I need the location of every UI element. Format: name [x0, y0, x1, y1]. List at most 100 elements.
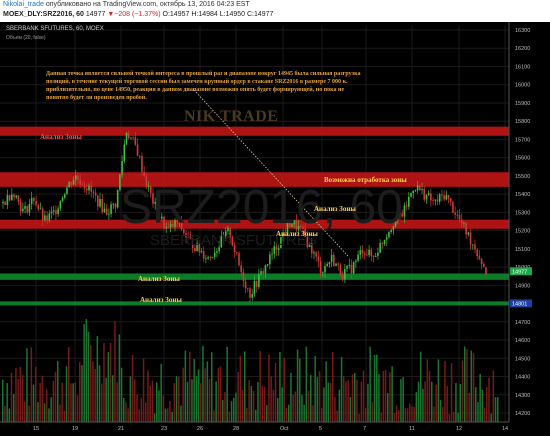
volume-bar — [285, 407, 288, 422]
candle-body — [430, 193, 432, 201]
volume-bar — [98, 365, 101, 422]
candle-body — [116, 189, 119, 208]
volume-bar — [167, 408, 169, 422]
candle-body — [103, 208, 106, 213]
candle-body — [70, 182, 73, 185]
volume-bar — [250, 385, 253, 422]
volume-bar — [114, 321, 116, 422]
candle-body — [370, 249, 373, 257]
author-link[interactable]: Nikolai_trade — [3, 1, 44, 8]
candle-body — [6, 195, 9, 205]
volume-bar — [109, 342, 112, 422]
candle-body — [357, 254, 359, 261]
volume-bar — [50, 397, 52, 422]
candle-body — [447, 195, 450, 199]
volume-bar — [393, 413, 396, 422]
volume-bar — [457, 412, 459, 422]
volume-bar — [382, 370, 385, 422]
volume-bar — [362, 370, 365, 422]
volume-bar — [169, 400, 171, 422]
volume-bar — [453, 411, 455, 422]
volume-bar — [431, 381, 433, 422]
background-symbol: SRZ2016, 60 — [120, 181, 403, 234]
candle-body — [123, 144, 126, 162]
candle-body — [59, 201, 62, 209]
candle-body — [28, 203, 31, 213]
volume-bar — [389, 372, 391, 422]
volume-bar — [237, 372, 239, 422]
candle-body — [449, 198, 452, 202]
volume-bar — [461, 360, 464, 422]
candle-body — [247, 288, 249, 290]
candle-body — [324, 266, 326, 273]
candle-body — [11, 194, 13, 201]
candle-body — [41, 208, 44, 221]
volume-bar — [158, 390, 160, 422]
time-tick-label: Oct — [280, 426, 289, 432]
candle-body — [211, 256, 214, 258]
candle-body — [414, 190, 417, 192]
volume-bar — [492, 370, 495, 422]
candle-body — [88, 185, 90, 191]
candle-body — [317, 256, 320, 262]
candle-body — [374, 255, 377, 257]
candle-body — [326, 264, 329, 267]
candle-body — [260, 271, 262, 275]
candle-body — [37, 205, 40, 210]
volume-bar — [206, 361, 209, 422]
volume-bar — [105, 377, 107, 422]
volume-bar — [283, 357, 286, 422]
candle-body — [50, 211, 53, 214]
candle-body — [244, 281, 247, 289]
volume-bar — [490, 413, 492, 422]
candle-body — [63, 194, 66, 198]
volume-bar — [318, 371, 321, 422]
candle-body — [77, 175, 79, 180]
candle-body — [125, 132, 128, 145]
volume-bar — [486, 387, 488, 422]
volume-bar — [277, 397, 279, 422]
price-tick-label: 14200 — [515, 411, 530, 417]
volume-bar — [406, 408, 409, 422]
candle-body — [363, 253, 366, 255]
candle-body — [13, 194, 15, 198]
volume-bar — [151, 380, 154, 422]
price-tick-label: 15500 — [515, 174, 530, 180]
volume-bar — [17, 379, 19, 422]
volume-bar — [459, 383, 462, 422]
time-tick-label: 15 — [33, 426, 39, 432]
volume-bar — [442, 406, 444, 422]
volume-bar — [415, 392, 418, 422]
volume-bar — [15, 367, 17, 422]
volume-bar — [299, 358, 301, 422]
candle-body — [463, 222, 465, 224]
candle-body — [269, 254, 271, 265]
volume-bar — [32, 384, 35, 422]
time-tick-label: 28 — [233, 426, 239, 432]
volume-bar — [70, 383, 72, 422]
volume-bar — [101, 383, 103, 422]
volume-bar — [200, 383, 202, 422]
candle-body — [86, 188, 88, 191]
volume-bar — [266, 405, 268, 422]
volume-bar — [239, 355, 242, 422]
candle-body — [333, 254, 335, 266]
candle-body — [262, 271, 265, 274]
candle-body — [17, 195, 20, 202]
volume-bar — [409, 403, 411, 422]
volume-bar — [358, 413, 360, 422]
volume-bar — [345, 381, 347, 422]
volume-bar — [340, 356, 343, 422]
volume-bar — [384, 369, 387, 422]
candle-body — [434, 199, 437, 201]
time-tick-label: 23 — [161, 426, 167, 432]
volume-bar — [450, 363, 453, 422]
volume-bar — [347, 380, 349, 422]
volume-bar — [356, 379, 358, 422]
candle-body — [485, 267, 487, 275]
volume-bar — [497, 397, 499, 422]
volume-bar — [118, 334, 121, 422]
candle-body — [105, 208, 108, 215]
time-tick-label: 7 — [363, 426, 366, 432]
price-tick-label: 15600 — [515, 156, 530, 162]
